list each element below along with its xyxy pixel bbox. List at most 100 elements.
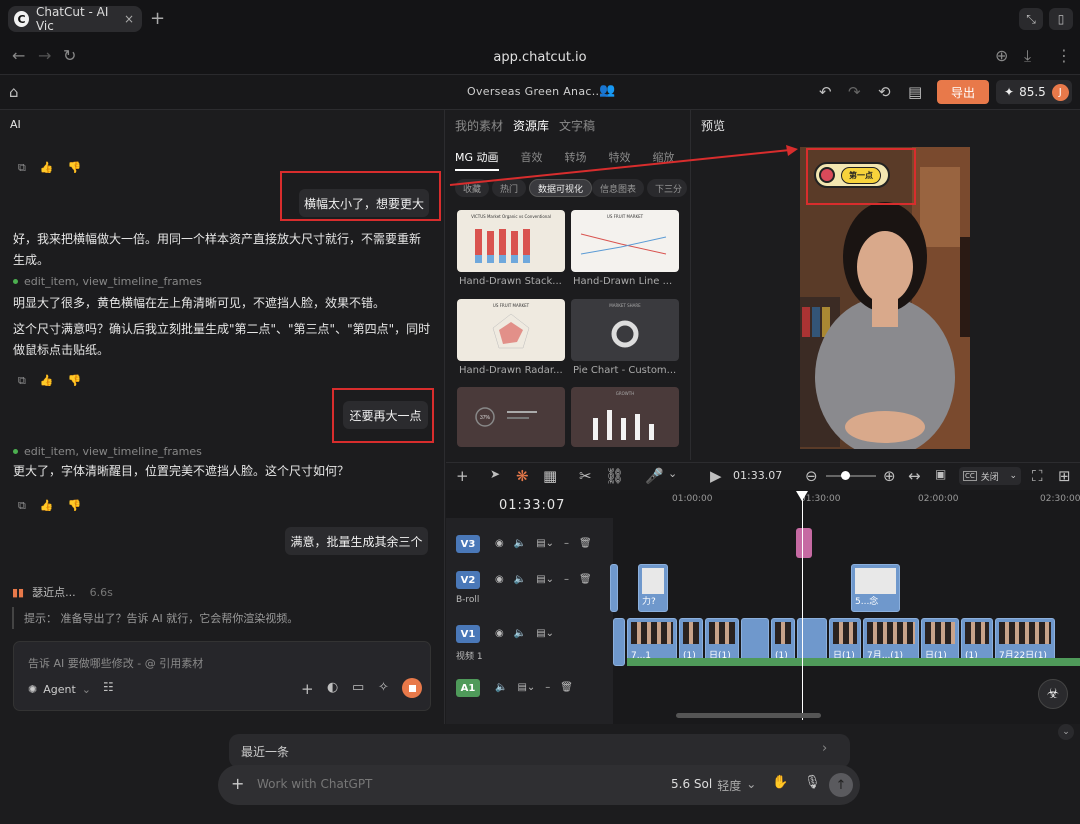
copy-icon[interactable]: ⧉ (18, 499, 26, 513)
chat-input-box[interactable] (13, 641, 431, 711)
thumbs-up-icon[interactable]: 👍 (40, 161, 54, 175)
play-icon[interactable]: ▶ (710, 467, 722, 485)
volume-icon[interactable]: 🔈 (514, 538, 526, 549)
close-tab-icon[interactable]: × (124, 12, 134, 26)
stop-button[interactable] (402, 678, 422, 698)
zoom-in-icon[interactable]: ⊕ (883, 467, 896, 485)
add-icon[interactable]: + (301, 680, 314, 698)
palette-icon[interactable]: ◐ (327, 680, 338, 695)
undo-icon[interactable]: ↶ (819, 83, 832, 101)
microphone-icon[interactable]: 🎤 (645, 467, 664, 485)
film-icon[interactable]: ▦ (543, 467, 557, 485)
tab-transcript[interactable]: 文字稿 (559, 117, 595, 134)
track-settings-icon[interactable]: ▤⌄ (536, 628, 554, 639)
asset-thumbnail[interactable]: US FRUIT MARKET (457, 299, 565, 361)
export-button[interactable]: 导出 (937, 80, 989, 104)
caption-toggle[interactable]: CC 关闭 ⌄ (959, 467, 1021, 485)
track-label-v3[interactable]: V3 (456, 535, 480, 553)
cursor-icon[interactable]: ➤ (490, 467, 500, 481)
eye-icon[interactable]: ◉ (495, 538, 504, 549)
tab-library[interactable]: 资源库 (513, 117, 549, 134)
timeline-clip[interactable]: 力? (638, 564, 668, 612)
add-icon[interactable]: + (456, 467, 469, 485)
fullscreen-icon[interactable]: ⛶ (1032, 467, 1043, 485)
download-icon[interactable]: ⤓ (1024, 46, 1031, 66)
history-icon[interactable]: ⟲ (878, 83, 891, 101)
track-label-v2[interactable]: V2 (456, 571, 480, 589)
thumbs-up-icon[interactable]: 👍 (40, 374, 54, 388)
copy-icon[interactable]: ⧉ (18, 161, 26, 175)
chat-input[interactable]: 告诉 AI 要做哪些修改 - @ 引用素材 (28, 655, 203, 671)
track-settings-icon[interactable]: ▤⌄ (517, 682, 535, 693)
asset-thumbnail[interactable]: GROWTH (571, 387, 679, 447)
browser-tab[interactable]: C ChatCut - AI Vic × (8, 5, 142, 33)
track-settings-icon[interactable]: ▤⌄ (536, 574, 554, 585)
thumbs-up-icon[interactable]: 👍 (40, 499, 54, 513)
collaborators-icon[interactable]: 👥 (599, 83, 615, 98)
send-button[interactable]: ↑ (829, 773, 853, 797)
volume-icon[interactable]: 🔈 (514, 628, 526, 639)
recent-bar[interactable] (229, 734, 850, 768)
fit-width-icon[interactable]: ↔ (908, 467, 921, 485)
chatgpt-input[interactable]: Work with ChatGPT (257, 777, 372, 791)
add-attachment-icon[interactable]: + (231, 774, 244, 793)
asset-thumbnail[interactable]: US FRUIT MARKET (571, 210, 679, 272)
project-title[interactable]: Overseas Green Anac... (467, 85, 603, 98)
thumbs-down-icon[interactable]: 👎 (68, 499, 82, 513)
zoom-slider-handle[interactable] (841, 471, 850, 480)
layout-icon[interactable]: ▤ (908, 83, 922, 101)
thumbs-down-icon[interactable]: 👎 (68, 374, 82, 388)
book-icon[interactable]: ▭ (352, 680, 364, 695)
home-icon[interactable]: ⌂ (9, 83, 19, 101)
minus-icon[interactable]: – (545, 682, 550, 693)
zoom-out-icon[interactable]: ⊖ (805, 467, 818, 485)
timeline-clip[interactable] (613, 618, 625, 666)
grid-icon[interactable]: ⊞ (1058, 467, 1071, 485)
redo-icon[interactable]: ↷ (848, 83, 861, 101)
microphone-icon[interactable]: 🎙 (804, 775, 821, 790)
trash-icon[interactable]: 🗑 (579, 574, 592, 585)
link-icon[interactable]: ⛓ (605, 467, 624, 485)
playhead-handle-icon[interactable] (796, 491, 808, 501)
asset-thumbnail[interactable]: VICTUS Market Organic vs Conventional (457, 210, 565, 272)
timeline-clip[interactable]: 5...念 (851, 564, 900, 612)
minimize-window-icon[interactable]: ⤡ (1019, 8, 1043, 30)
select-tool-icon[interactable]: ❋ (516, 467, 529, 485)
minus-icon[interactable]: – (564, 574, 569, 585)
chevron-right-icon[interactable]: › (822, 741, 827, 756)
asset-thumbnail[interactable]: 37% (457, 387, 565, 447)
hand-icon[interactable]: ✋ (772, 775, 788, 790)
timeline-clip[interactable] (610, 564, 618, 612)
more-menu-icon[interactable]: ⋮ (1056, 46, 1072, 65)
asset-thumbnail[interactable]: MARKET SHARE (571, 299, 679, 361)
track-label-v1[interactable]: V1 (456, 625, 480, 643)
track-label-a1[interactable]: A1 (456, 679, 480, 697)
timeline-scrollbar[interactable] (676, 713, 821, 718)
new-tab-icon[interactable]: + (150, 8, 165, 29)
aspect-icon[interactable]: ▣ (935, 467, 946, 481)
agent-selector[interactable]: ✺ Agent ⌄ (28, 683, 91, 696)
model-selector[interactable]: 5.6 Sol 轻度 ⌄ (671, 777, 756, 794)
url-text[interactable]: app.chatcut.io (0, 50, 1080, 65)
eye-icon[interactable]: ◉ (495, 574, 504, 585)
avatar[interactable]: J (1051, 83, 1069, 101)
sidebar-toggle-icon[interactable]: ▯ (1049, 8, 1073, 30)
trash-icon[interactable]: 🗑 (579, 538, 592, 549)
credits-badge[interactable]: ✦ 85.5 J (996, 80, 1072, 104)
magic-icon[interactable]: ✧ (378, 680, 389, 695)
zoom-slider[interactable] (826, 475, 876, 477)
timeline-clip-v3[interactable] (796, 528, 812, 558)
scissors-icon[interactable]: ✂ (579, 467, 592, 485)
chevron-down-icon[interactable]: ⌄ (668, 467, 677, 480)
bug-report-icon[interactable]: ☣ (1038, 679, 1068, 709)
eye-icon[interactable]: ◉ (495, 628, 504, 639)
tab-my-assets[interactable]: 我的素材 (455, 117, 503, 134)
minus-icon[interactable]: – (564, 538, 569, 549)
volume-icon[interactable]: 🔈 (495, 682, 507, 693)
thumbs-down-icon[interactable]: 👎 (68, 161, 82, 175)
playhead-line[interactable] (802, 491, 803, 720)
chevron-down-icon[interactable]: ⌄ (1058, 724, 1074, 740)
settings-sliders-icon[interactable]: ☷ (103, 680, 114, 694)
new-window-icon[interactable]: ⊕ (995, 46, 1008, 65)
trash-icon[interactable]: 🗑 (560, 682, 573, 693)
